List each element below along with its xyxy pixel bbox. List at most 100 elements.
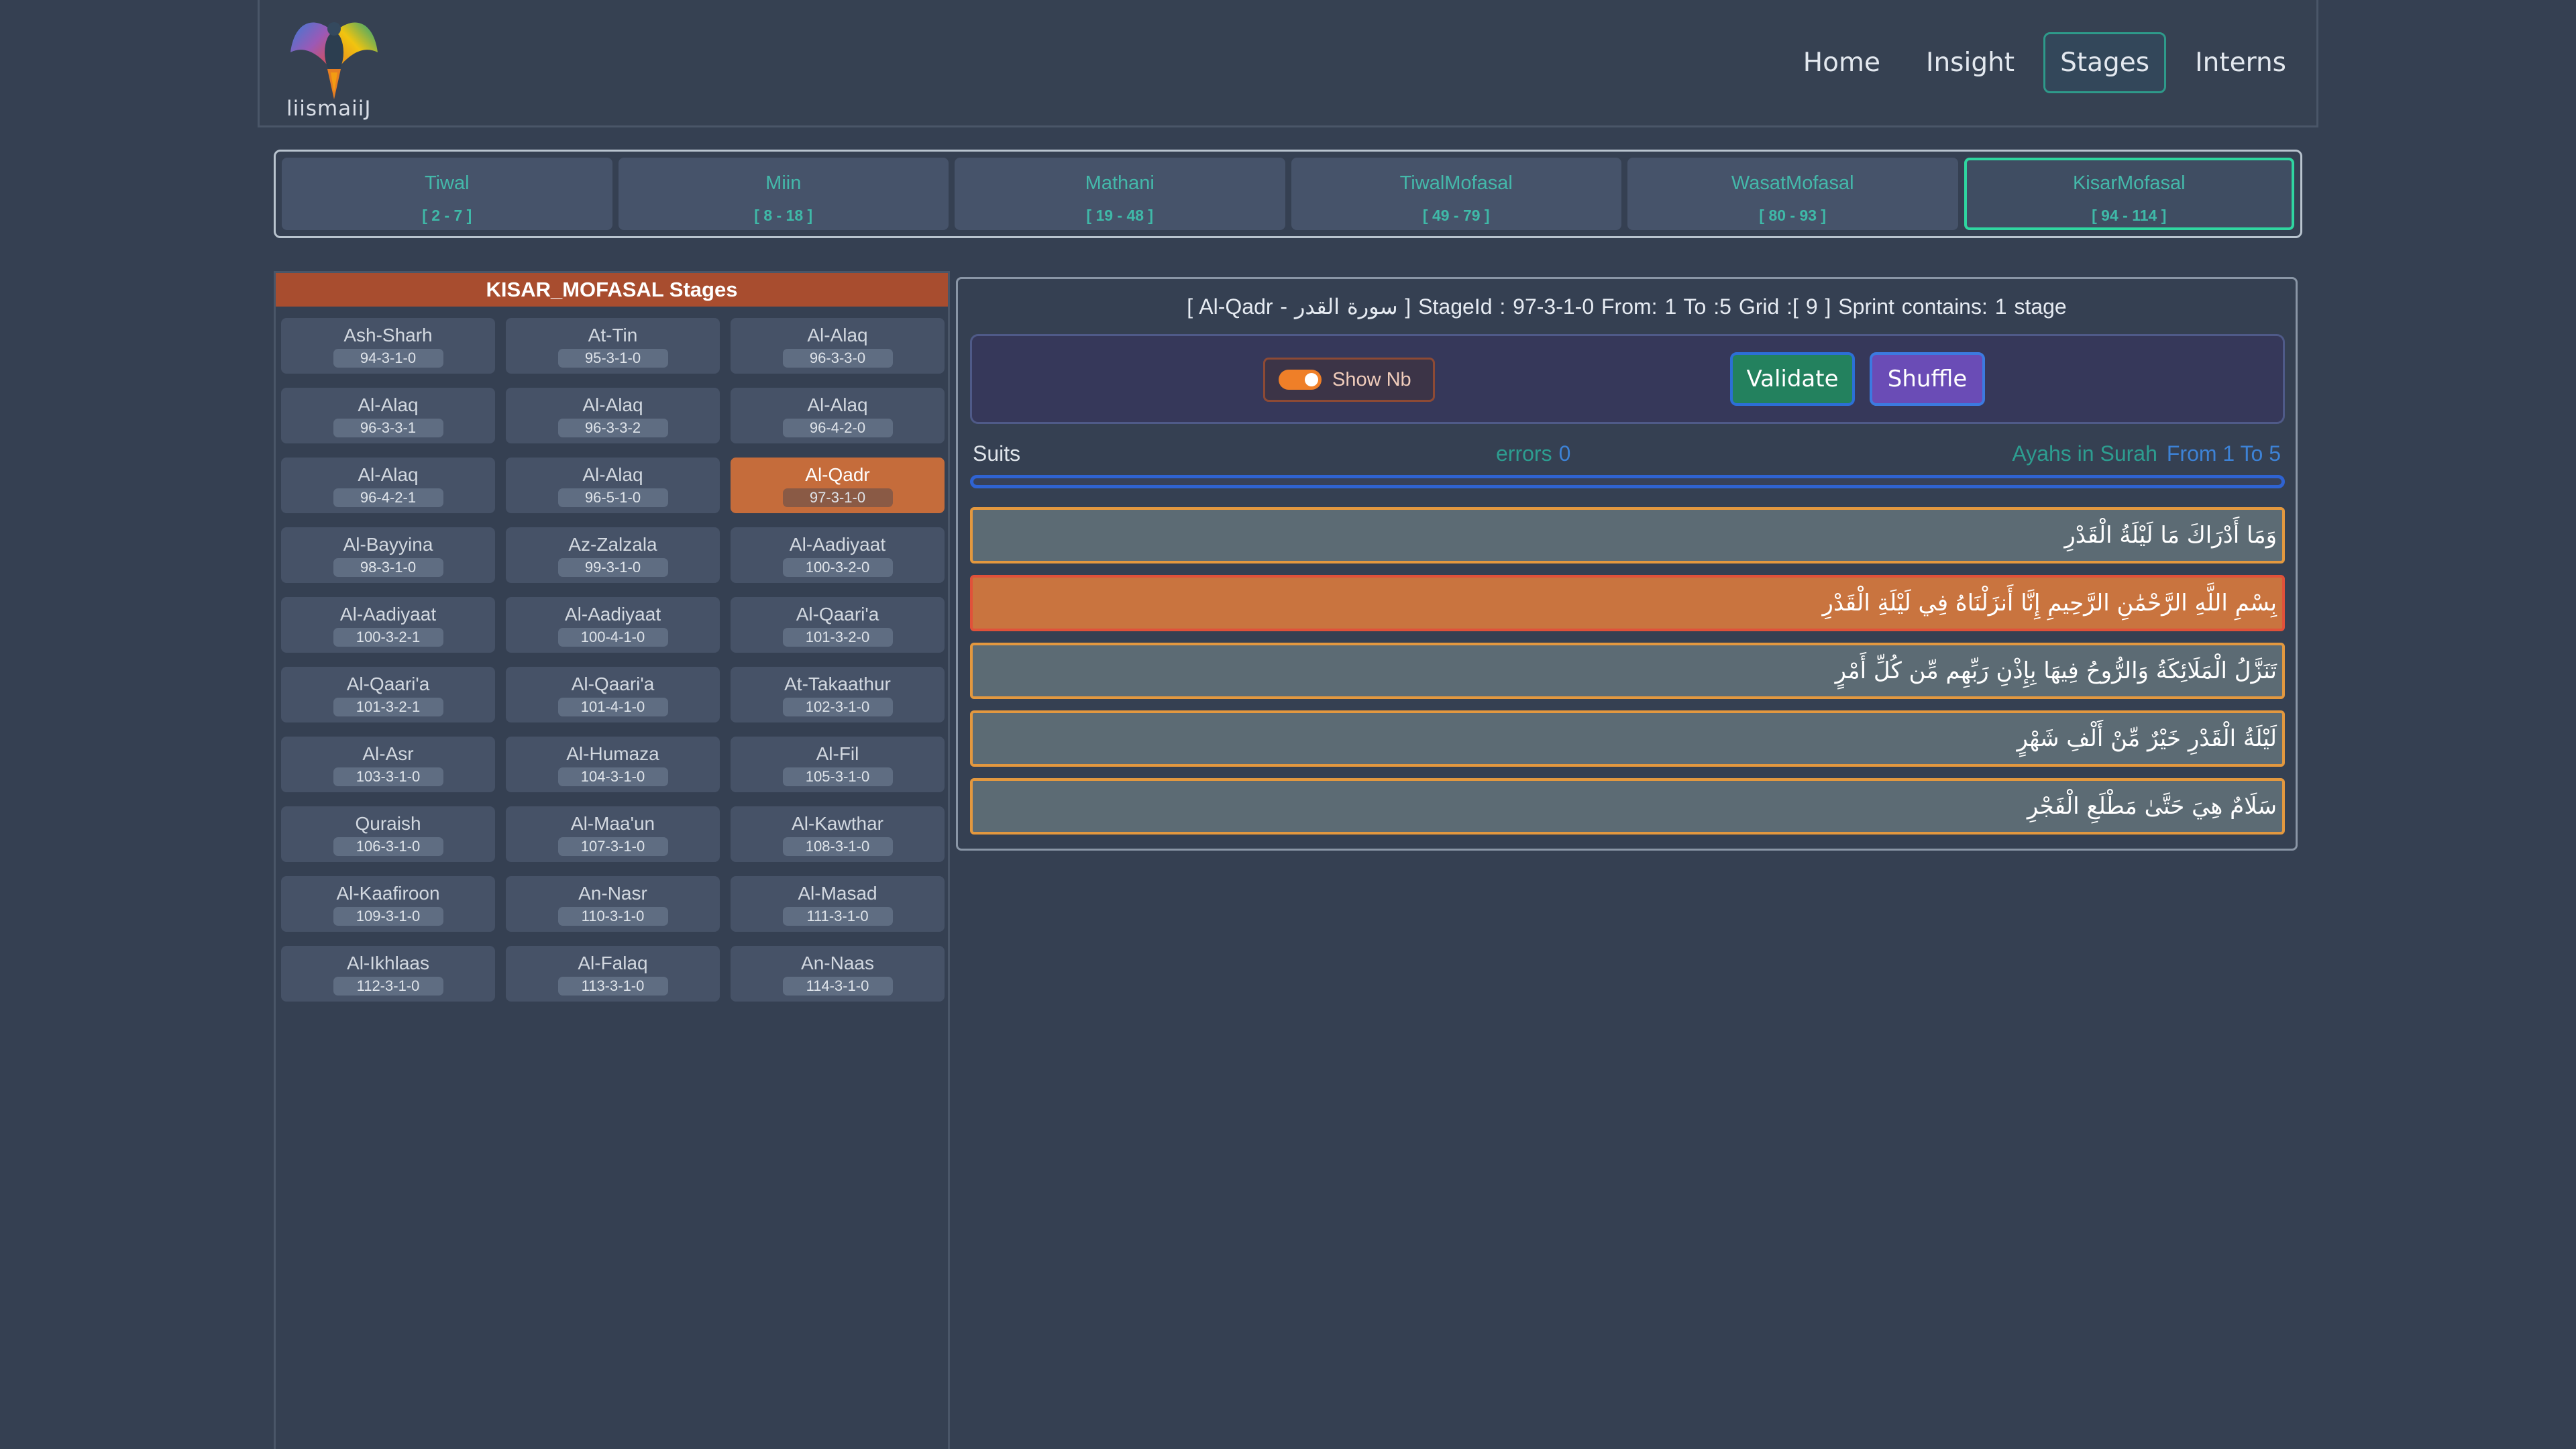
stage-id-badge: 103-3-1-0 [333,767,443,786]
stage-id-badge: 96-3-3-1 [333,419,443,437]
stage-name: Al-Alaq [807,394,868,415]
stage-name: Al-Kaafiroon [336,883,440,904]
toggle-label: Show Nb [1332,368,1411,390]
errors-label: errors [1496,441,1552,466]
stage-name: Al-Qaari'a [571,674,655,694]
stage-id-badge: 109-3-1-0 [333,907,443,926]
stage-card[interactable]: Al-Ikhlaas 112-3-1-0 [281,946,495,1002]
stage-id-badge: 101-4-1-0 [557,698,668,716]
stage-card[interactable]: Al-Maa'un 107-3-1-0 [506,806,720,862]
stage-name: Az-Zalzala [568,534,657,555]
stage-id-badge: 96-4-2-0 [782,419,893,437]
tab-kisar-mofasal[interactable]: KisarMofasal [ 94 - 114 ] [1964,158,2294,230]
tab-name: Tiwal [424,172,470,194]
stage-id-badge: 108-3-1-0 [782,837,893,856]
stage-card[interactable]: Al-Humaza 104-3-1-0 [506,737,720,792]
stage-card[interactable]: Al-Alaq 96-3-3-2 [506,388,720,443]
tab-name: KisarMofasal [2072,172,2186,194]
verse-item[interactable]: سَلَامٌ هِيَ حَتَّىٰ مَطْلَعِ الْفَجْرِ [970,778,2285,835]
stage-name: At-Tin [588,325,638,345]
stage-name: Al-Maa'un [570,813,655,834]
stage-card[interactable]: Al-Alaq 96-3-3-1 [281,388,495,443]
stage-id-badge: 104-3-1-0 [557,767,668,786]
nav-stages[interactable]: Stages [2043,32,2167,93]
tab-mathani[interactable]: Mathani [ 19 - 48 ] [955,158,1285,230]
stage-card[interactable]: Al-Qaari'a 101-3-2-0 [731,597,945,653]
verse-item-selected[interactable]: بِسْمِ اللَّهِ الرَّحْمَٰنِ الرَّحِيمِ إ… [970,575,2285,631]
stage-id-badge: 114-3-1-0 [782,977,893,996]
stage-card[interactable]: Al-Alaq 96-3-3-0 [731,318,945,374]
stage-card[interactable]: Al-Aadiyaat 100-3-2-0 [731,527,945,583]
verse-item[interactable]: وَمَا أَدْرَاكَ مَا لَيْلَةُ الْقَدْرِ [970,507,2285,564]
stage-card[interactable]: Al-Qaari'a 101-3-2-1 [281,667,495,722]
stage-card[interactable]: Al-Aadiyaat 100-4-1-0 [506,597,720,653]
nav-home[interactable]: Home [1786,32,1897,93]
verse-item[interactable]: تَنَزَّلُ الْمَلَائِكَةُ وَالرُّوحُ فِيه… [970,643,2285,699]
stage-id-badge: 100-3-2-1 [333,628,443,647]
stage-card[interactable]: Al-Fil 105-3-1-0 [731,737,945,792]
stage-card[interactable]: An-Nasr 110-3-1-0 [506,876,720,932]
stage-card[interactable]: Al-Asr 103-3-1-0 [281,737,495,792]
stage-name: Al-Aadiyaat [339,604,437,625]
shuffle-button[interactable]: Shuffle [1870,352,1985,406]
stage-name: Al-Qaari'a [796,604,879,625]
logo-text: liismaiiJ [286,97,372,121]
stage-name: Al-Qaari'a [346,674,430,694]
stage-id-badge: 102-3-1-0 [782,698,893,716]
stage-id-badge: 107-3-1-0 [557,837,668,856]
ayahs-info: Ayahs in Surah From 1 To 5 [2012,441,2281,466]
stage-id-badge: 112-3-1-0 [333,977,443,996]
stage-name: Al-Alaq [358,394,419,415]
progress-bar [970,475,2285,488]
validate-button[interactable]: Validate [1730,352,1855,406]
tab-name: WasatMofasal [1731,172,1854,194]
stage-id-badge: 101-3-2-1 [333,698,443,716]
stage-card[interactable]: At-Takaathur 102-3-1-0 [731,667,945,722]
stage-card[interactable]: An-Naas 114-3-1-0 [731,946,945,1002]
stage-name: Al-Fil [816,743,859,764]
verse-item[interactable]: لَيْلَةُ الْقَدْرِ خَيْرٌ مِّنْ أَلْفِ ش… [970,710,2285,767]
stage-info: [ Al-Qadr - سورة القدر ] StageId : 97-3-… [1187,294,2067,319]
tab-name: TiwalMofasal [1399,172,1513,194]
stage-id-badge: 95-3-1-0 [557,349,668,368]
stage-id-badge: 96-3-3-2 [557,419,668,437]
tab-miin[interactable]: Miin [ 8 - 18 ] [618,158,949,230]
stage-id-badge: 113-3-1-0 [557,977,668,996]
toggle-switch-icon[interactable] [1279,370,1322,390]
tab-tiwal[interactable]: Tiwal [ 2 - 7 ] [282,158,612,230]
stage-card[interactable]: Al-Bayyina 98-3-1-0 [281,527,495,583]
stage-card[interactable]: Az-Zalzala 99-3-1-0 [506,527,720,583]
exercise-panel: [ Al-Qadr - سورة القدر ] StageId : 97-3-… [956,277,2298,851]
stage-card[interactable]: Al-Falaq 113-3-1-0 [506,946,720,1002]
stage-id-badge: 105-3-1-0 [782,767,893,786]
stage-card[interactable]: At-Tin 95-3-1-0 [506,318,720,374]
tab-range: [ 2 - 7 ] [422,207,472,224]
stage-name: Ash-Sharh [343,325,433,345]
nav-insight[interactable]: Insight [1909,32,2031,93]
stage-card[interactable]: Al-Alaq 96-4-2-1 [281,458,495,513]
stage-card[interactable]: Al-Masad 111-3-1-0 [731,876,945,932]
stage-card[interactable]: Al-Kaafiroon 109-3-1-0 [281,876,495,932]
stage-id-badge: 110-3-1-0 [557,907,668,926]
stage-card[interactable]: Ash-Sharh 94-3-1-0 [281,318,495,374]
stage-grid: Ash-Sharh 94-3-1-0 At-Tin 95-3-1-0 Al-Alaq 96… [276,307,948,1002]
controls-bar: Show Nb Validate Shuffle [970,334,2285,424]
stage-card[interactable]: Quraish 106-3-1-0 [281,806,495,862]
stage-name: An-Nasr [578,883,647,904]
tab-wasat-mofasal[interactable]: WasatMofasal [ 80 - 93 ] [1627,158,1958,230]
tab-tiwal-mofasal[interactable]: TiwalMofasal [ 49 - 79 ] [1291,158,1621,230]
stage-name: Al-Aadiyaat [564,604,661,625]
stages-panel: KISAR_MOFASAL Stages Ash-Sharh 94-3-1-0 At… [274,271,950,1449]
stage-name: Al-Kawthar [792,813,883,834]
stage-card[interactable]: Al-Qaari'a 101-4-1-0 [506,667,720,722]
stage-card[interactable]: Al-Aadiyaat 100-3-2-1 [281,597,495,653]
stage-card[interactable]: Al-Alaq 96-5-1-0 [506,458,720,513]
stage-name: Al-Falaq [578,953,648,973]
stages-title: KISAR_MOFASAL Stages [276,273,948,307]
stage-card[interactable]: Al-Alaq 96-4-2-0 [731,388,945,443]
tab-range: [ 8 - 18 ] [754,207,813,224]
show-nb-toggle[interactable]: Show Nb [1263,358,1435,402]
stage-card[interactable]: Al-Qadr 97-3-1-0 [731,458,945,513]
nav-interns[interactable]: Interns [2178,32,2303,93]
stage-card[interactable]: Al-Kawthar 108-3-1-0 [731,806,945,862]
